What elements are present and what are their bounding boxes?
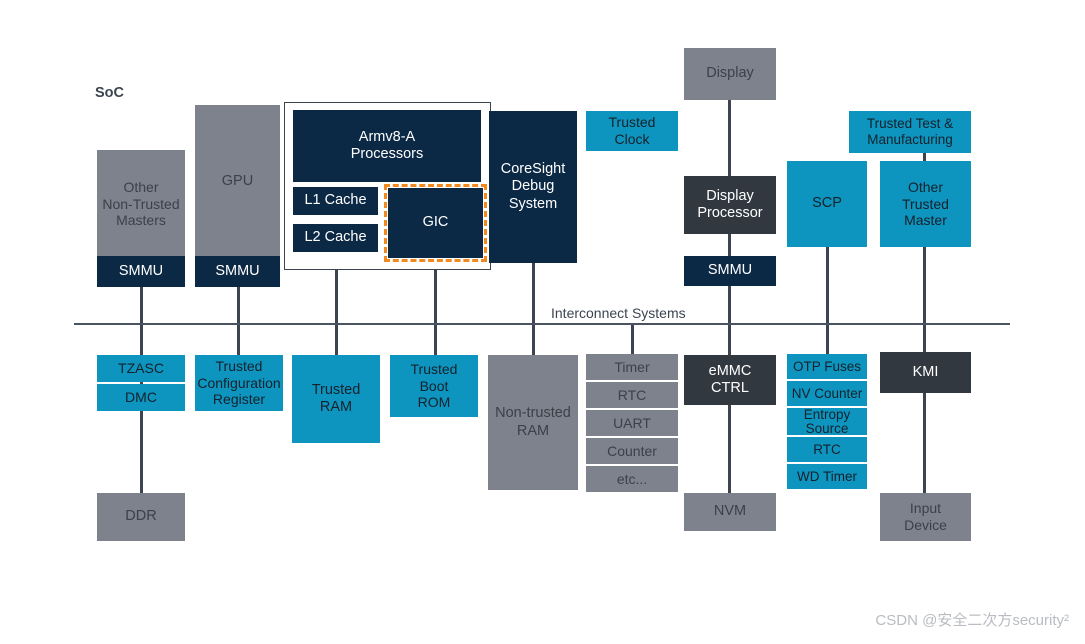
connector-dispproc-smmu bbox=[728, 234, 731, 256]
interconnect-label: Interconnect Systems bbox=[548, 305, 689, 321]
block-nvm[interactable]: NVM bbox=[684, 493, 776, 531]
connector-gpusmmu-interconnect bbox=[237, 285, 240, 355]
interconnect-bus-line bbox=[74, 323, 1010, 325]
block-non-trusted-ram[interactable]: Non-trusted RAM bbox=[488, 355, 578, 490]
block-trusted-boot-rom[interactable]: Trusted Boot ROM bbox=[390, 355, 478, 417]
connector-dispsmmu-interconnect bbox=[728, 286, 731, 355]
block-smmu-display[interactable]: SMMU bbox=[684, 256, 776, 286]
block-emmc-ctrl[interactable]: eMMC CTRL bbox=[684, 355, 776, 405]
soc-label: SoC bbox=[95, 85, 124, 101]
block-kmi[interactable]: KMI bbox=[880, 352, 971, 393]
block-trusted-ram[interactable]: Trusted RAM bbox=[292, 355, 380, 443]
block-trusted-configuration-register[interactable]: Trusted Configuration Register bbox=[195, 355, 283, 411]
peripheral-stack: Timer RTC UART Counter etc... bbox=[586, 354, 678, 494]
block-armv8a-processors[interactable]: Armv8-A Processors bbox=[293, 110, 481, 182]
block-trusted-clock[interactable]: Trusted Clock bbox=[586, 111, 678, 151]
block-gic[interactable]: GIC bbox=[388, 188, 483, 258]
connector-display-processor bbox=[728, 100, 731, 176]
block-l1-cache[interactable]: L1 Cache bbox=[293, 187, 378, 215]
list-item[interactable]: NV Counter bbox=[787, 381, 867, 406]
block-other-trusted-master[interactable]: Other Trusted Master bbox=[880, 161, 971, 247]
connector-peripherals-interconnect bbox=[631, 324, 634, 355]
block-other-non-trusted-masters[interactable]: Other Non-Trusted Masters bbox=[97, 150, 185, 258]
connector-coresight-interconnect bbox=[532, 263, 535, 355]
block-input-device[interactable]: Input Device bbox=[880, 493, 971, 541]
list-item[interactable]: etc... bbox=[586, 466, 678, 492]
list-item[interactable]: OTP Fuses bbox=[787, 354, 867, 379]
connector-smmu-interconnect bbox=[140, 285, 143, 355]
connector-kmi-input bbox=[923, 393, 926, 493]
block-display-processor[interactable]: Display Processor bbox=[684, 176, 776, 234]
list-item[interactable]: UART bbox=[586, 410, 678, 436]
block-ddr[interactable]: DDR bbox=[97, 493, 185, 541]
soc-architecture-diagram: Interconnect Systems SoC Other Non-Trust… bbox=[0, 0, 1085, 644]
block-tzasc[interactable]: TZASC bbox=[97, 355, 185, 382]
block-smmu-masters[interactable]: SMMU bbox=[97, 256, 185, 287]
list-item[interactable]: WD Timer bbox=[787, 464, 867, 489]
block-scp[interactable]: SCP bbox=[787, 161, 867, 247]
list-item[interactable]: RTC bbox=[787, 437, 867, 462]
trusted-peripheral-stack: OTP Fuses NV Counter Entropy Source RTC … bbox=[787, 354, 867, 491]
block-coresight-debug-system[interactable]: CoreSight Debug System bbox=[489, 111, 577, 263]
block-display[interactable]: Display bbox=[684, 48, 776, 100]
list-item[interactable]: Entropy Source bbox=[787, 407, 867, 435]
block-smmu-gpu[interactable]: SMMU bbox=[195, 256, 280, 287]
block-trusted-test-manufacturing[interactable]: Trusted Test & Manufacturing bbox=[849, 111, 971, 153]
connector-emmc-nvm bbox=[728, 405, 731, 495]
block-l2-cache[interactable]: L2 Cache bbox=[293, 224, 378, 252]
list-item[interactable]: Timer bbox=[586, 354, 678, 380]
block-dmc[interactable]: DMC bbox=[97, 384, 185, 411]
connector-otm-interconnect bbox=[923, 247, 926, 355]
list-item[interactable]: RTC bbox=[586, 382, 678, 408]
connector-scp-interconnect bbox=[826, 247, 829, 355]
block-gpu[interactable]: GPU bbox=[195, 105, 280, 258]
list-item[interactable]: Counter bbox=[586, 438, 678, 464]
watermark: CSDN @安全二次方security² bbox=[875, 612, 1069, 629]
